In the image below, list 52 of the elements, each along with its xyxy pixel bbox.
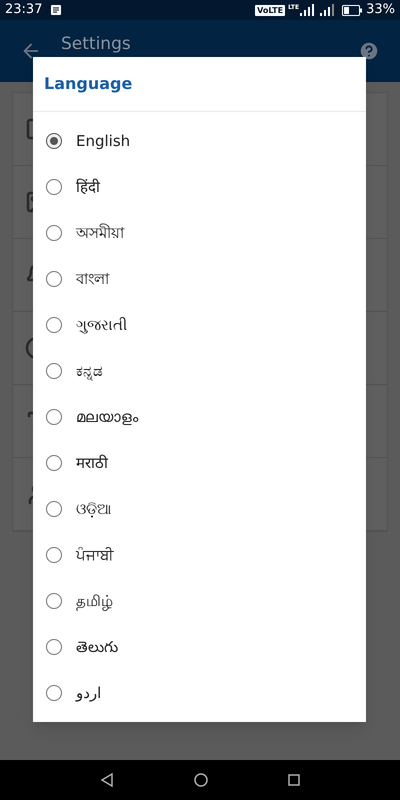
radio-button[interactable] [46,501,62,517]
battery-icon [342,4,362,16]
language-option[interactable]: हिंदी [33,164,366,210]
language-option[interactable]: தமிழ் [33,578,366,624]
radio-button[interactable] [46,685,62,701]
radio-button[interactable] [46,179,62,195]
language-label: മലയാളം [76,406,138,428]
language-label: اردو [76,682,102,704]
signal-icon [300,4,314,16]
language-option[interactable]: অসমীয়া [33,210,366,256]
radio-button[interactable] [46,455,62,471]
back-icon[interactable] [100,773,114,787]
language-option[interactable]: ਪੰਜਾਬੀ [33,532,366,578]
radio-button[interactable] [46,363,62,379]
language-label: বাংলা [76,268,109,290]
language-label: ਪੰਜਾਬੀ [76,544,114,566]
language-option[interactable]: ગુજરાતી [33,302,366,348]
language-option[interactable]: ଓଡ଼ିଆ [33,486,366,532]
language-label: தமிழ் [76,590,113,612]
language-label: ગુજરાતી [76,314,127,336]
language-label: English [76,130,130,152]
language-label: অসমীয়া [76,222,124,244]
status-time: 23:37 [5,1,42,20]
language-label: ಕನ್ನಡ [76,360,103,382]
radio-button[interactable] [46,639,62,655]
radio-button[interactable] [46,271,62,287]
home-icon[interactable] [194,773,208,787]
language-label: ଓଡ଼ିଆ [76,498,112,520]
radio-button[interactable] [46,317,62,333]
app-bar-title: Settings [61,34,131,54]
language-label: తెలుగు [76,636,118,658]
language-option[interactable]: English [33,118,366,164]
radio-button[interactable] [46,225,62,241]
notification-icon [50,4,62,16]
radio-button[interactable] [46,133,62,149]
dialog-title: Language [33,57,366,112]
language-label: मराठी [76,452,108,474]
volte-badge: VoLTE [255,4,286,16]
language-option[interactable]: मराठी [33,440,366,486]
help-icon[interactable] [358,40,380,62]
language-option[interactable]: اردو [33,670,366,716]
recents-icon[interactable] [288,774,300,786]
signal-icon [320,4,334,16]
radio-button[interactable] [46,547,62,563]
language-option[interactable]: বাংলা [33,256,366,302]
radio-button[interactable] [46,409,62,425]
language-option[interactable]: ಕನ್ನಡ [33,348,366,394]
language-option[interactable]: മലയാളം [33,394,366,440]
language-option[interactable]: తెలుగు [33,624,366,670]
battery-percent: 33% [366,1,395,20]
language-label: हिंदी [76,176,100,198]
radio-button[interactable] [46,593,62,609]
